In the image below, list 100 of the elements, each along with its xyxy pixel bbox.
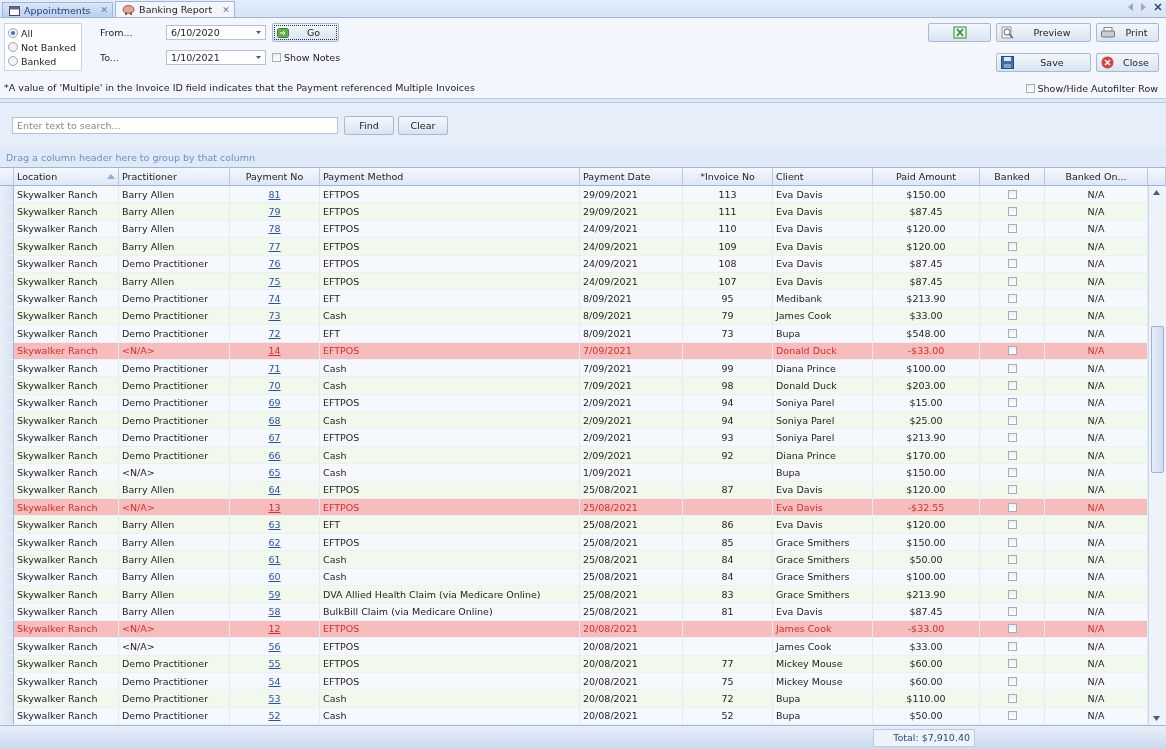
payment-link[interactable]: 60 [268, 571, 281, 583]
caret-icon[interactable] [256, 56, 261, 59]
banked-checkbox[interactable] [1007, 641, 1017, 651]
payment-link[interactable]: 71 [268, 362, 281, 374]
payment-link[interactable]: 56 [268, 640, 281, 652]
row-indicator[interactable] [0, 412, 14, 430]
column-header[interactable]: Payment Method [320, 168, 580, 186]
banked-checkbox[interactable] [1007, 607, 1017, 617]
column-header[interactable]: Practitioner [119, 168, 230, 186]
banked-checkbox[interactable] [1007, 328, 1017, 338]
banked-checkbox[interactable] [1007, 624, 1017, 634]
payment-link[interactable]: 54 [268, 675, 281, 687]
scroll-up-icon[interactable] [1153, 190, 1160, 195]
banked-checkbox[interactable] [1007, 502, 1017, 512]
banked-checkbox[interactable] [1007, 537, 1017, 547]
banked-checkbox[interactable] [1007, 694, 1017, 703]
banked-checkbox[interactable] [1007, 572, 1017, 582]
payment-link[interactable]: 64 [268, 484, 281, 496]
payment-link[interactable]: 55 [268, 658, 281, 670]
banked-checkbox[interactable] [1007, 398, 1017, 408]
banked-checkbox[interactable] [1007, 554, 1017, 564]
banked-checkbox[interactable] [1007, 311, 1017, 321]
save-button[interactable]: Save [996, 53, 1091, 72]
row-indicator[interactable] [0, 551, 14, 569]
row-indicator[interactable] [0, 377, 14, 395]
payment-link[interactable]: 79 [268, 206, 281, 218]
banked-checkbox[interactable] [1007, 520, 1017, 530]
go-button[interactable]: Go [272, 23, 339, 42]
column-header[interactable]: Location [14, 168, 119, 186]
row-indicator[interactable] [0, 516, 14, 534]
show-notes-checkbox[interactable]: Show Notes [272, 52, 341, 63]
radio-option[interactable]: Banked [8, 55, 81, 67]
row-indicator[interactable] [0, 238, 14, 256]
row-indicator[interactable] [0, 203, 14, 221]
from-date-field[interactable]: 6/10/2020 [166, 25, 266, 40]
row-indicator[interactable] [0, 638, 14, 656]
payment-link[interactable]: 76 [268, 258, 281, 270]
banked-checkbox[interactable] [1007, 676, 1017, 686]
banked-checkbox[interactable] [1007, 346, 1017, 356]
column-header[interactable]: Payment Date [580, 168, 683, 186]
banked-checkbox[interactable] [1007, 711, 1017, 721]
payment-link[interactable]: 75 [268, 275, 281, 287]
row-indicator[interactable] [0, 464, 14, 482]
banked-checkbox[interactable] [1007, 381, 1017, 390]
banked-checkbox[interactable] [1007, 589, 1017, 599]
print-button[interactable]: Print [1096, 23, 1159, 42]
column-header[interactable]: Payment No [230, 168, 320, 186]
close-icon[interactable] [1154, 3, 1162, 11]
column-header[interactable]: Banked On... [1045, 168, 1148, 186]
caret-icon[interactable] [256, 31, 261, 34]
excel-export-button[interactable] [928, 23, 991, 42]
payment-link[interactable]: 74 [268, 293, 281, 305]
search-field[interactable]: Enter text to search... [12, 116, 338, 134]
tab[interactable]: Banking Report ✕ [115, 1, 235, 17]
row-indicator[interactable] [0, 429, 14, 447]
banked-checkbox[interactable] [1007, 450, 1017, 460]
payment-link[interactable]: 70 [268, 380, 281, 391]
banked-checkbox[interactable] [1007, 467, 1017, 477]
find-button[interactable]: Find [344, 115, 394, 135]
payment-link[interactable]: 81 [268, 188, 281, 200]
payment-link[interactable]: 58 [268, 606, 281, 618]
payment-link[interactable]: 78 [268, 223, 281, 235]
payment-link[interactable]: 53 [268, 693, 281, 704]
clear-button[interactable]: Clear [398, 115, 448, 135]
payment-link[interactable]: 67 [268, 432, 281, 444]
column-header[interactable]: Banked [980, 168, 1045, 186]
banked-checkbox[interactable] [1007, 241, 1017, 251]
scroll-left-icon[interactable] [1128, 3, 1133, 11]
banked-checkbox[interactable] [1007, 485, 1017, 495]
payment-link[interactable]: 62 [268, 536, 281, 548]
payment-link[interactable]: 59 [268, 588, 281, 600]
row-indicator[interactable] [0, 499, 14, 517]
tab[interactable]: Appointments ✕ [2, 2, 114, 17]
banked-checkbox[interactable] [1007, 433, 1017, 443]
radio-option[interactable]: Not Banked [8, 41, 81, 53]
row-indicator[interactable] [0, 186, 14, 204]
radio-option[interactable]: All [8, 27, 81, 39]
payment-link[interactable]: 63 [268, 519, 281, 531]
banked-checkbox[interactable] [1007, 224, 1017, 234]
payment-link[interactable]: 72 [268, 327, 281, 339]
payment-link[interactable]: 52 [268, 710, 281, 722]
banked-checkbox[interactable] [1007, 363, 1017, 373]
column-header[interactable]: Client [773, 168, 873, 186]
scrollbar[interactable] [1148, 186, 1166, 726]
banked-checkbox[interactable] [1007, 259, 1017, 269]
scroll-thumb[interactable] [1151, 326, 1164, 473]
preview-button[interactable]: Preview [996, 23, 1091, 42]
payment-link[interactable]: 73 [268, 310, 281, 322]
close-icon[interactable]: ✕ [222, 4, 230, 15]
row-indicator[interactable] [0, 290, 14, 308]
payment-link[interactable]: 66 [268, 449, 281, 461]
payment-link[interactable]: 68 [268, 414, 281, 426]
banked-checkbox[interactable] [1007, 207, 1017, 217]
banked-checkbox[interactable] [1007, 276, 1017, 286]
banked-checkbox[interactable] [1007, 659, 1017, 669]
row-indicator[interactable] [0, 690, 14, 708]
column-header[interactable]: Paid Amount [873, 168, 980, 186]
row-indicator[interactable] [0, 603, 14, 621]
banked-checkbox[interactable] [1007, 294, 1017, 304]
payment-link[interactable]: 65 [268, 466, 281, 478]
